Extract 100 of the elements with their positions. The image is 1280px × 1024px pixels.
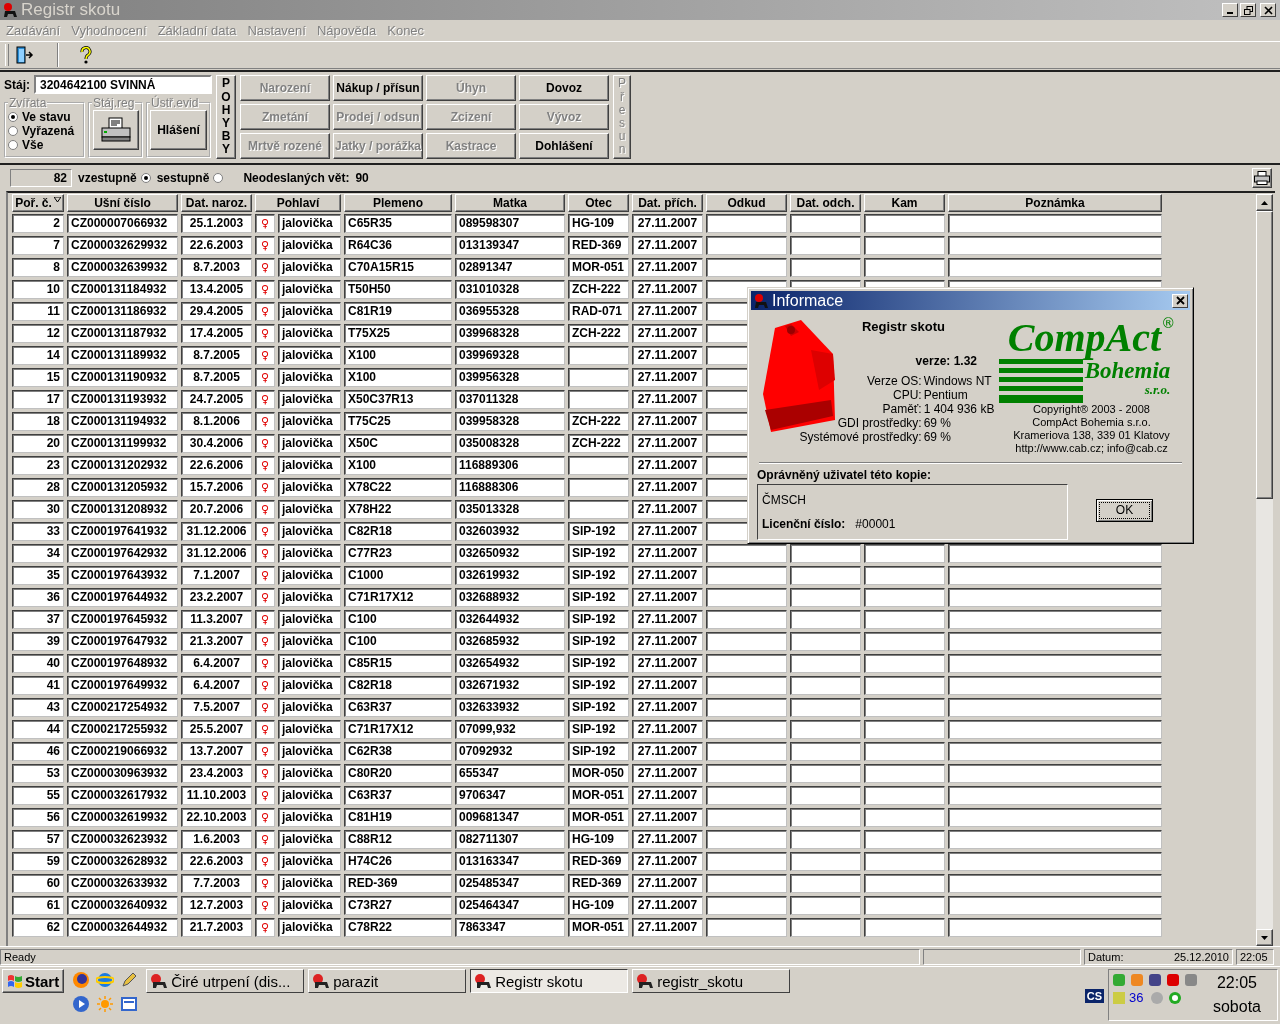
movements-label: POHYBY — [216, 75, 236, 159]
column-header[interactable]: Dat. odch. — [790, 194, 861, 212]
radio-button[interactable]: Ve stavu — [8, 110, 81, 124]
ok-button[interactable]: OK — [1096, 499, 1153, 522]
taskbar-button[interactable]: Čiré utrpení (dis... — [146, 969, 305, 993]
column-header[interactable]: Pohlaví — [255, 194, 341, 212]
movement-button[interactable]: Dohlášení — [519, 133, 609, 159]
table-cell: 27.11.2007 — [632, 874, 703, 893]
table-cell: SIP-192 — [568, 544, 629, 563]
sex-symbol: ♀ — [255, 830, 275, 849]
printer-button[interactable] — [92, 110, 139, 150]
print-icon[interactable] — [1252, 168, 1272, 188]
table-cell: CZ000131202932 — [67, 456, 178, 475]
table-cell: 22.6.2003 — [181, 852, 252, 871]
tray-icon[interactable] — [1147, 972, 1163, 988]
copyright-line: Copyright® 2003 - 2008 — [1033, 403, 1150, 416]
column-header[interactable]: Odkud — [706, 194, 787, 212]
table-cell: RED-369 — [568, 874, 629, 893]
table-cell: jalovička — [278, 302, 341, 321]
table-cell: RED-369 — [344, 874, 452, 893]
table-cell: 27.11.2007 — [632, 324, 703, 343]
taskbar-button[interactable]: registr_skotu — [632, 969, 791, 993]
radio-indicator[interactable] — [8, 126, 18, 136]
sex-symbol: ♀ — [255, 258, 275, 277]
table-cell: HG-109 — [568, 830, 629, 849]
table-cell: CZ000197647932 — [67, 632, 178, 651]
column-header[interactable]: Poznámka — [948, 194, 1162, 212]
tray-icon[interactable] — [1165, 972, 1181, 988]
table-cell: RAD-071 — [568, 302, 629, 321]
down-arrow-icon[interactable] — [1261, 935, 1268, 940]
start-button[interactable]: Start — [2, 969, 65, 993]
radio-indicator[interactable] — [8, 140, 18, 150]
table-cell: X100 — [344, 456, 452, 475]
table-cell: SIP-192 — [568, 566, 629, 585]
taskbar-button[interactable]: Registr skotu — [470, 969, 629, 993]
table-cell: 032671932 — [455, 676, 565, 695]
sex-symbol: ♀ — [255, 522, 275, 541]
tray-icon[interactable] — [1167, 990, 1183, 1006]
column-header[interactable]: Dat. přích. — [632, 194, 703, 212]
close-button[interactable] — [1172, 293, 1188, 308]
column-header[interactable]: Otec — [568, 194, 629, 212]
table-cell: CZ000030963932 — [67, 764, 178, 783]
table-cell: MOR-051 — [568, 258, 629, 277]
weekday: sobota — [1212, 998, 1261, 1016]
table-cell: 032688932 — [455, 588, 565, 607]
app-icon — [150, 973, 169, 989]
exit-icon[interactable] — [15, 46, 35, 64]
table-cell: CZ000197643932 — [67, 566, 178, 585]
table-cell — [790, 874, 861, 893]
table-cell: 31.12.2006 — [181, 522, 252, 541]
table-cell: jalovička — [278, 566, 341, 585]
up-arrow-icon[interactable] — [1261, 200, 1268, 205]
minimize-button[interactable] — [1222, 3, 1238, 17]
stable-field[interactable]: 3204642100 SVINNÁ — [34, 75, 212, 94]
table-cell: CZ000032644932 — [67, 918, 178, 937]
info-value: 69 % — [923, 430, 952, 444]
sort-radio-button[interactable]: sestupně — [156, 171, 224, 185]
column-header[interactable]: Plemeno — [344, 194, 452, 212]
user-label: Oprávněný uživatel této kopie: — [757, 468, 933, 482]
movement-button[interactable]: Nákup / přísun — [333, 75, 423, 101]
table-cell: 27.11.2007 — [632, 676, 703, 695]
column-header[interactable]: Poř. č. — [12, 194, 64, 212]
globe-icon[interactable] — [96, 971, 115, 989]
table-cell: MOR-050 — [568, 764, 629, 783]
unsent-label: Neodeslaných vět: — [243, 171, 350, 185]
column-header[interactable]: Kam — [864, 194, 945, 212]
column-header[interactable]: Dat. naroz. — [181, 194, 252, 212]
table-cell: 12 — [12, 324, 64, 343]
taskbar-button[interactable]: parazit — [308, 969, 467, 993]
column-header[interactable]: Matka — [455, 194, 565, 212]
radio-indicator[interactable] — [140, 173, 151, 183]
table-cell: CZ000032617932 — [67, 786, 178, 805]
movement-button[interactable]: Dovoz — [519, 75, 609, 101]
table-cell: 032654932 — [455, 654, 565, 673]
sort-radio-button[interactable]: vzestupně — [78, 171, 151, 185]
scrollbar[interactable] — [1256, 194, 1273, 946]
pen-icon[interactable] — [120, 971, 139, 989]
table-cell: 17.4.2005 — [181, 324, 252, 343]
table-cell: C65R35 — [344, 214, 452, 233]
language-indicator[interactable]: CS — [1084, 989, 1104, 1003]
table-cell: C78R22 — [344, 918, 452, 937]
table-cell: jalovička — [278, 390, 341, 409]
table-cell: CZ000131193932 — [67, 390, 178, 409]
restore-button[interactable] — [1240, 3, 1256, 17]
help-icon[interactable] — [79, 46, 93, 64]
table-cell — [790, 654, 861, 673]
table-cell: jalovička — [278, 830, 341, 849]
globe-icon[interactable] — [72, 971, 91, 989]
window-icon[interactable] — [120, 995, 139, 1013]
radio-button[interactable]: Vyřazená — [8, 124, 81, 138]
column-header[interactable]: Ušní číslo — [67, 194, 178, 212]
copyright-line: Krameriova 138, 339 01 Klatovy — [1013, 429, 1170, 442]
radio-button[interactable]: Vše — [8, 138, 81, 152]
close-button[interactable] — [1260, 3, 1276, 17]
radio-indicator[interactable] — [8, 112, 18, 122]
table-cell: RED-369 — [568, 236, 629, 255]
radio-indicator[interactable] — [213, 173, 224, 183]
table-cell: 27.11.2007 — [632, 412, 703, 431]
report-button[interactable]: Hlášení — [150, 110, 207, 150]
play-icon[interactable] — [72, 995, 91, 1013]
